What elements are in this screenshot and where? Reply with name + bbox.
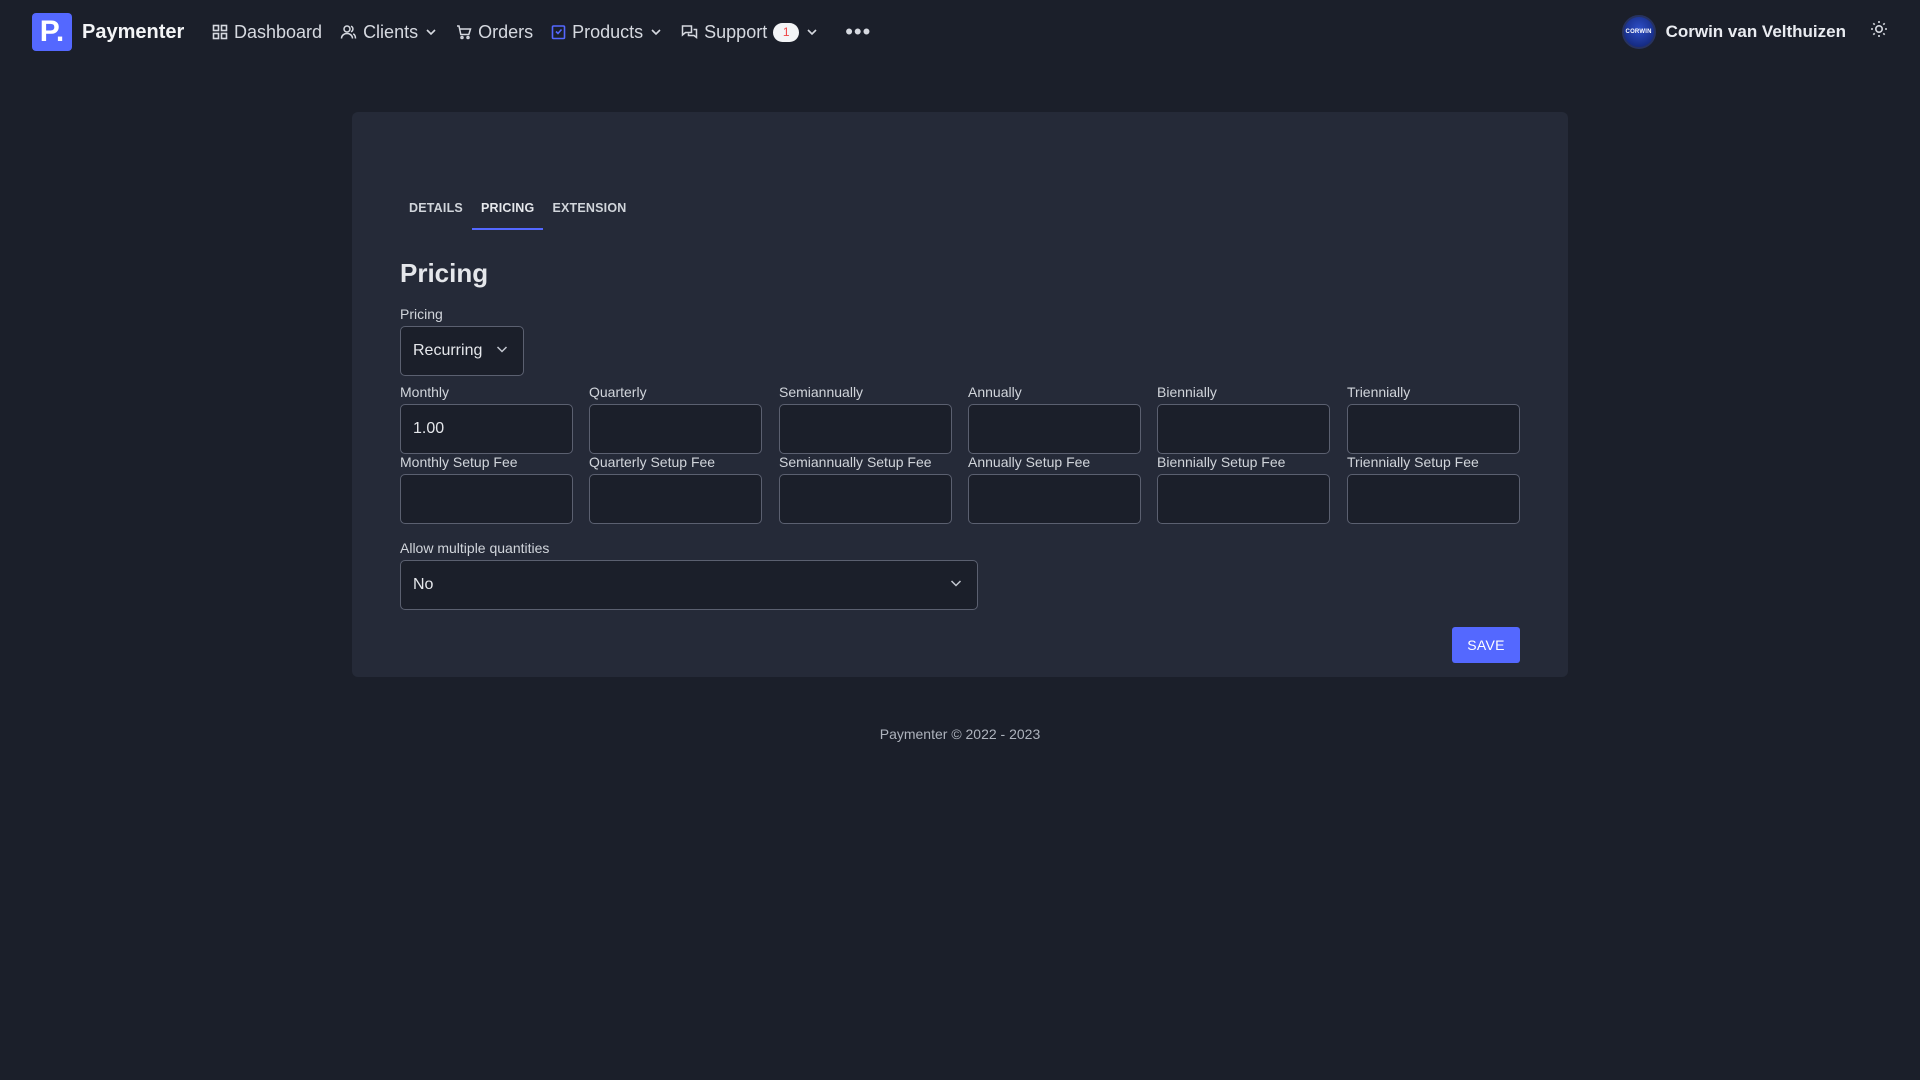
chevron-down-icon bbox=[805, 25, 819, 39]
product-edit-card: DETAILS PRICING EXTENSION Pricing Pricin… bbox=[352, 112, 1568, 677]
nav-item-dashboard[interactable]: Dashboard bbox=[212, 22, 322, 43]
annually-setup-fee-input[interactable] bbox=[968, 474, 1141, 524]
biennially-setup-fee-input[interactable] bbox=[1157, 474, 1330, 524]
semiannually-price-input[interactable] bbox=[779, 404, 952, 454]
chevron-down-icon bbox=[495, 342, 509, 361]
chevron-down-icon bbox=[949, 576, 963, 595]
box-icon bbox=[551, 24, 566, 40]
biennially-price-input[interactable] bbox=[1157, 404, 1330, 454]
annually-label: Annually bbox=[968, 384, 1022, 400]
sun-icon[interactable] bbox=[1870, 20, 1894, 44]
avatar: CORWIN bbox=[1621, 15, 1656, 49]
section-title: Pricing bbox=[400, 258, 489, 288]
annually-setup-fee-label: Annually Setup Fee bbox=[968, 454, 1091, 470]
chat-icon bbox=[681, 24, 698, 40]
more-menu-icon[interactable]: ••• bbox=[845, 21, 871, 43]
nav-label-orders: Orders bbox=[478, 21, 534, 42]
grid-icon bbox=[212, 24, 228, 40]
logo-mark: P. bbox=[32, 13, 72, 51]
brand-logo[interactable]: P. Paymenter bbox=[32, 13, 184, 51]
annually-price-input[interactable] bbox=[968, 404, 1141, 454]
pricing-type-select[interactable]: Recurring bbox=[400, 326, 524, 376]
allow-quantities-value: No bbox=[413, 576, 434, 593]
semiannually-label: Semiannually bbox=[779, 384, 864, 400]
quarterly-setup-fee-input[interactable] bbox=[589, 474, 762, 524]
allow-quantities-select[interactable]: No bbox=[400, 560, 978, 610]
support-count-badge: 1 bbox=[773, 22, 800, 42]
allow-quantities-label: Allow multiple quantities bbox=[400, 540, 550, 556]
semiannually-setup-fee-label: Semiannually Setup Fee bbox=[779, 454, 932, 470]
save-button[interactable]: SAVE bbox=[1452, 627, 1520, 663]
users-icon bbox=[340, 24, 357, 40]
nav-item-clients[interactable]: Clients bbox=[340, 22, 438, 43]
product-tabs: DETAILS PRICING EXTENSION bbox=[400, 192, 636, 230]
footer-copyright: Paymenter © 2022 - 2023 bbox=[879, 726, 1041, 742]
nav-item-support[interactable]: Support 1 bbox=[681, 22, 819, 43]
tab-pricing[interactable]: PRICING bbox=[471, 192, 544, 230]
pricing-type-value: Recurring bbox=[413, 342, 483, 359]
nav-label-dashboard: Dashboard bbox=[234, 21, 323, 42]
main-nav: Dashboard Clients Orders Products Suppor… bbox=[212, 0, 871, 64]
chevron-down-icon bbox=[424, 25, 438, 39]
biennially-label: Biennially bbox=[1157, 384, 1217, 400]
monthly-price-input[interactable] bbox=[400, 404, 573, 454]
triennially-label: Triennially bbox=[1347, 384, 1411, 400]
tab-extension[interactable]: EXTENSION bbox=[543, 192, 635, 230]
quarterly-price-input[interactable] bbox=[589, 404, 762, 454]
semiannually-setup-fee-input[interactable] bbox=[779, 474, 952, 524]
nav-label-support: Support bbox=[704, 21, 768, 42]
quarterly-label: Quarterly bbox=[589, 384, 647, 400]
nav-item-orders[interactable]: Orders bbox=[456, 22, 533, 43]
brand-name: Paymenter bbox=[82, 20, 185, 43]
monthly-setup-fee-label: Monthly Setup Fee bbox=[400, 454, 518, 470]
triennially-price-input[interactable] bbox=[1347, 404, 1520, 454]
user-name: Corwin van Velthuizen bbox=[1665, 22, 1846, 41]
nav-label-products: Products bbox=[572, 21, 644, 42]
tab-details[interactable]: DETAILS bbox=[400, 192, 472, 230]
nav-label-clients: Clients bbox=[363, 21, 419, 42]
triennially-setup-fee-input[interactable] bbox=[1347, 474, 1520, 524]
triennially-setup-fee-label: Triennially Setup Fee bbox=[1347, 454, 1479, 470]
user-menu[interactable]: CORWIN Corwin van Velthuizen bbox=[1621, 14, 1846, 50]
nav-item-products[interactable]: Products bbox=[551, 22, 663, 43]
cart-icon bbox=[456, 24, 472, 40]
monthly-label: Monthly bbox=[400, 384, 450, 400]
pricing-type-label: Pricing bbox=[400, 306, 443, 322]
biennially-setup-fee-label: Biennially Setup Fee bbox=[1157, 454, 1286, 470]
top-navbar: P. Paymenter Dashboard Clients Orders Pr… bbox=[0, 0, 1920, 64]
monthly-setup-fee-input[interactable] bbox=[400, 474, 573, 524]
quarterly-setup-fee-label: Quarterly Setup Fee bbox=[589, 454, 716, 470]
chevron-down-icon bbox=[649, 25, 663, 39]
